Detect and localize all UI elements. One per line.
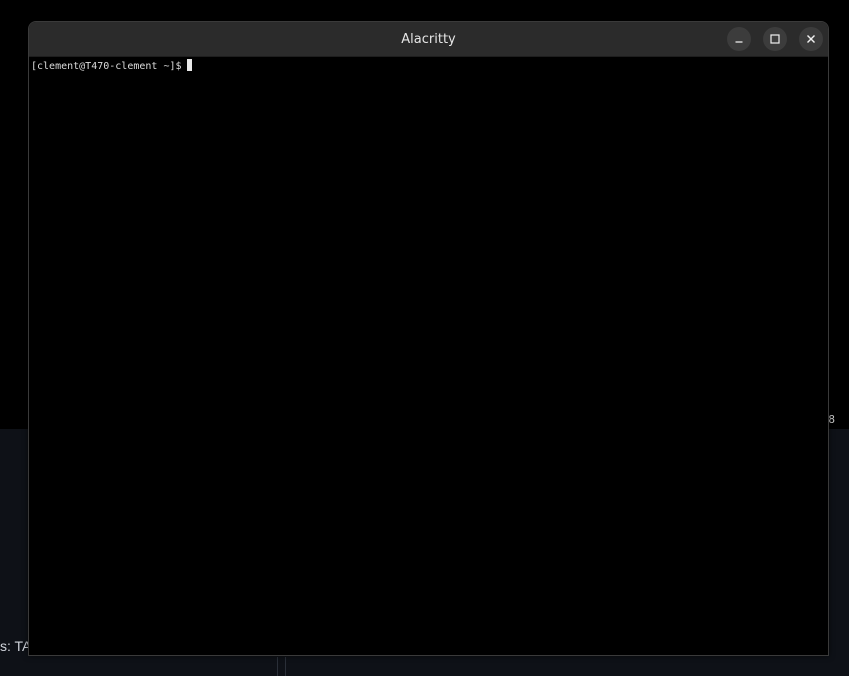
close-icon [806, 34, 816, 44]
background-divider [285, 657, 286, 676]
minimize-button[interactable] [727, 27, 751, 51]
background-text-fragment: 8 [828, 413, 835, 426]
close-button[interactable] [799, 27, 823, 51]
window-titlebar[interactable]: Alacritty [29, 22, 828, 57]
background-label-fragment: s: TA [0, 638, 32, 654]
window-title: Alacritty [401, 31, 456, 47]
text-cursor [186, 59, 192, 71]
terminal-window[interactable]: Alacritty [clement@T470-clement ~]$ [28, 21, 829, 656]
terminal-output[interactable]: [clement@T470-clement ~]$ [29, 57, 828, 655]
shell-prompt: [clement@T470-clement ~]$ [31, 61, 182, 72]
minimize-icon [734, 34, 744, 44]
background-divider [277, 657, 278, 676]
maximize-icon [770, 34, 780, 44]
window-controls [727, 27, 823, 51]
maximize-button[interactable] [763, 27, 787, 51]
desktop: 8 s: TA Alacritty [clement@T470-clement … [0, 0, 849, 676]
